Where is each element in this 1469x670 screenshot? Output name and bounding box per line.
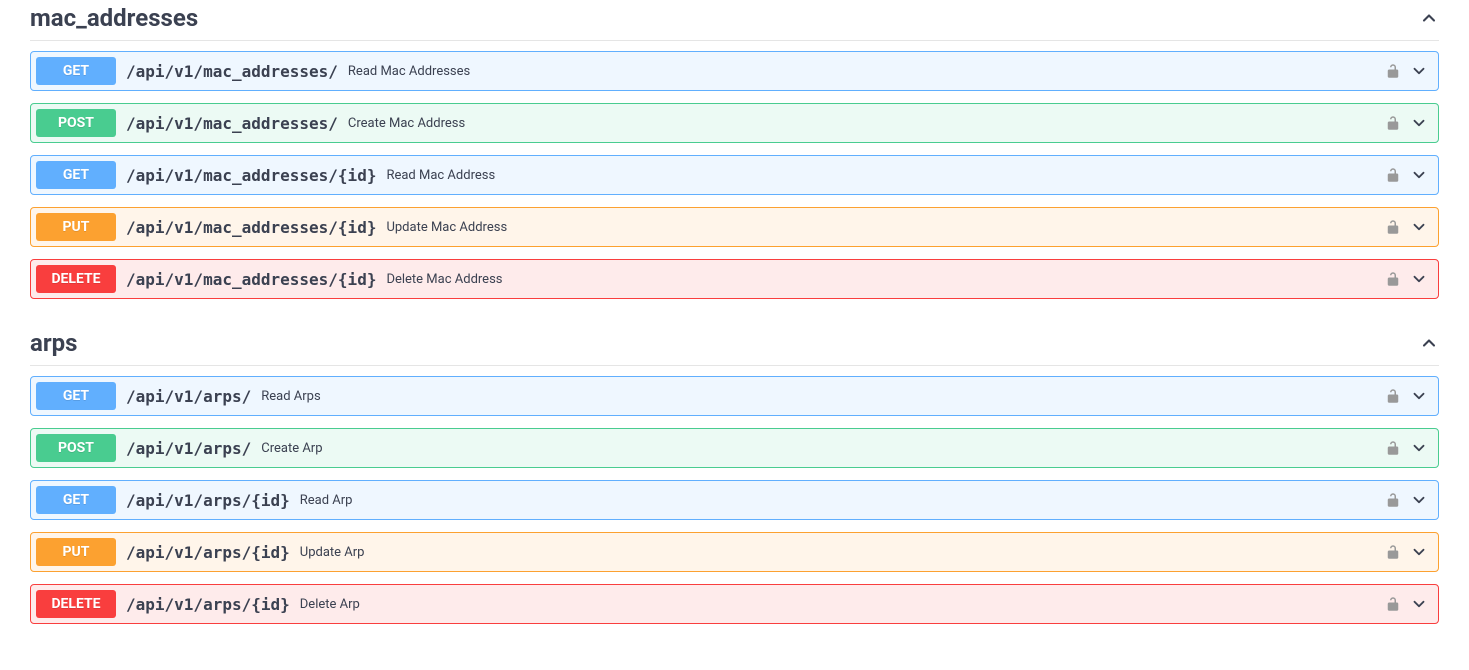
operation-path: /api/v1/arps/	[116, 439, 261, 458]
http-method-badge: PUT	[36, 538, 116, 566]
operation-path: /api/v1/arps/	[116, 387, 261, 406]
operation-path: /api/v1/arps/{id}	[116, 595, 300, 614]
unlock-icon[interactable]	[1384, 387, 1402, 405]
chevron-down-icon[interactable]	[1410, 387, 1428, 405]
tag-section: mac_addresses GET/api/v1/mac_addresses/Re…	[30, 0, 1439, 299]
operation-row[interactable]: DELETE/api/v1/mac_addresses/{id}Delete M…	[30, 259, 1439, 299]
unlock-icon[interactable]	[1384, 543, 1402, 561]
http-method-badge: GET	[36, 486, 116, 514]
operation-row[interactable]: PUT/api/v1/arps/{id}Update Arp	[30, 532, 1439, 572]
operation-row[interactable]: GET/api/v1/mac_addresses/{id}Read Mac Ad…	[30, 155, 1439, 195]
operation-controls	[1384, 491, 1428, 509]
operation-path: /api/v1/mac_addresses/	[116, 114, 348, 133]
tag-section: arps GET/api/v1/arps/Read Arps POST/api/v1…	[30, 319, 1439, 624]
operation-path: /api/v1/mac_addresses/	[116, 62, 348, 81]
operation-row[interactable]: GET/api/v1/arps/{id}Read Arp	[30, 480, 1439, 520]
operation-row[interactable]: POST/api/v1/arps/Create Arp	[30, 428, 1439, 468]
operation-summary: Create Arp	[261, 441, 1384, 456]
http-method-badge: GET	[36, 161, 116, 189]
http-method-badge: DELETE	[36, 590, 116, 618]
operation-summary: Read Mac Address	[386, 168, 1384, 183]
unlock-icon[interactable]	[1384, 114, 1402, 132]
operation-summary: Delete Arp	[300, 597, 1384, 612]
chevron-down-icon[interactable]	[1410, 62, 1428, 80]
tag-name: mac_addresses	[30, 4, 198, 32]
operation-summary: Update Arp	[300, 545, 1384, 560]
http-method-badge: GET	[36, 382, 116, 410]
tag-header[interactable]: mac_addresses	[30, 0, 1439, 41]
operation-path: /api/v1/mac_addresses/{id}	[116, 218, 386, 237]
chevron-down-icon[interactable]	[1410, 439, 1428, 457]
tag-header[interactable]: arps	[30, 319, 1439, 366]
chevron-down-icon[interactable]	[1410, 491, 1428, 509]
operation-controls	[1384, 218, 1428, 236]
operation-controls	[1384, 270, 1428, 288]
chevron-down-icon[interactable]	[1410, 218, 1428, 236]
operation-row[interactable]: DELETE/api/v1/arps/{id}Delete Arp	[30, 584, 1439, 624]
operation-row[interactable]: GET/api/v1/arps/Read Arps	[30, 376, 1439, 416]
operation-summary: Create Mac Address	[348, 116, 1384, 131]
operation-controls	[1384, 166, 1428, 184]
unlock-icon[interactable]	[1384, 218, 1402, 236]
http-method-badge: DELETE	[36, 265, 116, 293]
chevron-down-icon[interactable]	[1410, 543, 1428, 561]
http-method-badge: POST	[36, 109, 116, 137]
chevron-down-icon[interactable]	[1410, 166, 1428, 184]
chevron-down-icon[interactable]	[1410, 595, 1428, 613]
unlock-icon[interactable]	[1384, 62, 1402, 80]
operation-summary: Read Mac Addresses	[348, 64, 1384, 79]
operation-row[interactable]: PUT/api/v1/mac_addresses/{id}Update Mac …	[30, 207, 1439, 247]
http-method-badge: POST	[36, 434, 116, 462]
unlock-icon[interactable]	[1384, 270, 1402, 288]
unlock-icon[interactable]	[1384, 439, 1402, 457]
unlock-icon[interactable]	[1384, 166, 1402, 184]
operation-summary: Read Arp	[300, 493, 1384, 508]
operation-summary: Update Mac Address	[386, 220, 1384, 235]
chevron-up-icon[interactable]	[1419, 333, 1439, 353]
chevron-down-icon[interactable]	[1410, 114, 1428, 132]
operation-path: /api/v1/arps/{id}	[116, 491, 300, 510]
tag-name: arps	[30, 329, 77, 357]
operation-controls	[1384, 62, 1428, 80]
operation-path: /api/v1/mac_addresses/{id}	[116, 166, 386, 185]
chevron-up-icon[interactable]	[1419, 8, 1439, 28]
operation-controls	[1384, 439, 1428, 457]
http-method-badge: PUT	[36, 213, 116, 241]
operation-controls	[1384, 114, 1428, 132]
http-method-badge: GET	[36, 57, 116, 85]
operation-row[interactable]: POST/api/v1/mac_addresses/Create Mac Add…	[30, 103, 1439, 143]
unlock-icon[interactable]	[1384, 491, 1402, 509]
unlock-icon[interactable]	[1384, 595, 1402, 613]
operation-controls	[1384, 387, 1428, 405]
operation-summary: Read Arps	[261, 389, 1384, 404]
operation-summary: Delete Mac Address	[386, 272, 1384, 287]
operation-controls	[1384, 543, 1428, 561]
operation-path: /api/v1/mac_addresses/{id}	[116, 270, 386, 289]
operation-controls	[1384, 595, 1428, 613]
chevron-down-icon[interactable]	[1410, 270, 1428, 288]
operation-row[interactable]: GET/api/v1/mac_addresses/Read Mac Addres…	[30, 51, 1439, 91]
operation-path: /api/v1/arps/{id}	[116, 543, 300, 562]
